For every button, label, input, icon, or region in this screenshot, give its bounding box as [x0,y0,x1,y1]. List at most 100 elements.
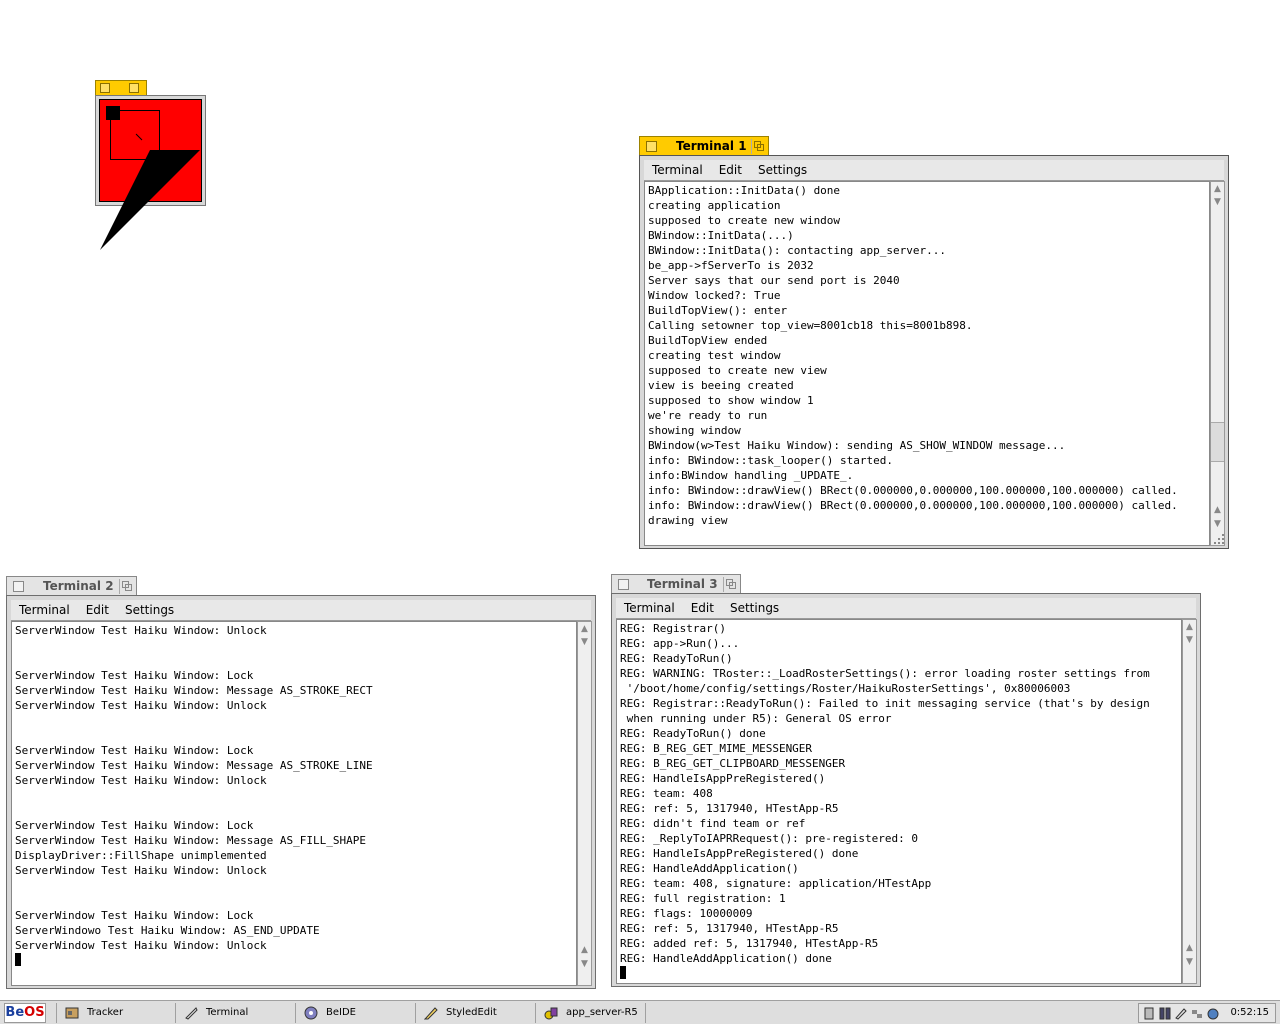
scroll-down-icon[interactable]: ▼ [579,636,590,648]
stylededit-icon [424,1007,438,1020]
be-menu-button[interactable]: BeOS [4,1003,46,1023]
zoom-icon[interactable] [751,139,766,154]
terminal3-scrollbar[interactable]: ▲ ▼ ▲ ▼ [1182,619,1197,984]
scroll-up-icon[interactable]: ▲ [1212,504,1223,516]
close-icon[interactable] [618,579,629,590]
terminal1-output[interactable]: BApplication::InitData() done creating ap… [644,181,1210,546]
task-tracker[interactable]: Tracker [56,1003,176,1023]
terminal-line: ServerWindow Test Haiku Window: Message … [15,684,373,697]
scroll-up-icon[interactable]: ▲ [1184,621,1195,633]
globe-icon[interactable] [1207,1007,1219,1020]
scroll-up-icon[interactable]: ▲ [579,623,590,635]
terminal-line: REG: B_REG_GET_CLIPBOARD_MESSENGER [620,757,846,770]
terminal-line: ServerWindow Test Haiku Window: Unlock [15,864,267,877]
terminal-line: ServerWindow Test Haiku Window: Unlock [15,699,267,712]
scroll-down-icon[interactable]: ▼ [1184,956,1195,968]
task-terminal[interactable]: Terminal [176,1003,296,1023]
terminal-line: ServerWindow Test Haiku Window: Message … [15,759,373,772]
disk-icon[interactable] [1143,1007,1155,1020]
scroll-down-icon[interactable]: ▼ [1212,196,1223,208]
terminal-line: REG: WARNING: TRoster::_LoadRosterSettin… [620,667,1150,680]
terminal-line: REG: ReadyToRun() done [620,727,766,740]
scroll-down-icon[interactable]: ▼ [1212,518,1223,530]
terminal-line: BuildTopView ended [648,334,768,347]
terminal-line: supposed to create new window [648,214,841,227]
zoom-icon[interactable] [723,577,738,592]
scroll-thumb[interactable] [1211,422,1224,462]
scroll-up-icon[interactable]: ▲ [1184,942,1195,954]
menu-terminal[interactable]: Terminal [11,600,78,620]
terminal2-menubar: Terminal Edit Settings [11,600,591,621]
task-label: BeIDE [326,1007,356,1018]
terminal1-menubar: Terminal Edit Settings [644,160,1224,181]
terminal-line: BuildTopView(): enter [648,304,788,317]
terminal-line: REG: didn't find team or ref [620,817,806,830]
terminal-line: REG: HandleAddApplication() [620,862,799,875]
scroll-down-icon[interactable]: ▼ [579,958,590,970]
menu-edit[interactable]: Edit [78,600,117,620]
cursor-line [15,953,576,968]
deskbar-clock[interactable]: 0:52:15 [1230,1004,1269,1022]
task-label: Terminal [206,1007,249,1018]
terminal-line: drawing view [648,514,728,527]
menu-settings[interactable]: Settings [722,598,787,618]
terminal-line: Window locked?: True [648,289,781,302]
text-cursor [15,953,21,966]
menu-edit[interactable]: Edit [711,160,750,180]
task-stylededit[interactable]: StyledEdit [416,1003,536,1023]
scroll-down-icon[interactable]: ▼ [1184,634,1195,646]
terminal-line: supposed to create new view [648,364,827,377]
resize-handle-icon[interactable] [1212,532,1226,546]
terminal-line: Server says that our send port is 2040 [648,274,900,287]
terminal-line: ServerWindow Test Haiku Window: Message … [15,834,366,847]
network-icon[interactable] [1191,1007,1203,1020]
terminal-line: REG: HandleAddApplication() done [620,952,832,965]
terminal-line: ServerWindow Test Haiku Window: Unlock [15,774,267,787]
task-beide[interactable]: BeIDE [296,1003,416,1023]
terminal2-window: Terminal Edit Settings ServerWindow Test H… [6,595,596,989]
terminal-line: REG: team: 408 [620,787,713,800]
terminal1-scrollbar[interactable]: ▲ ▼ ▲ ▼ [1210,181,1225,546]
deskbar: BeOS Tracker Terminal BeIDE StyledEdit a… [0,1000,1280,1024]
terminal3-output[interactable]: REG: Registrar() REG: app->Run()... REG: R… [616,619,1182,984]
terminal-line: DisplayDriver::FillShape unimplemented [15,849,267,862]
terminal-line: view is beeing created [648,379,794,392]
app-server-icon [544,1007,558,1020]
terminal-line: REG: Registrar::ReadyToRun(): Failed to … [620,697,1150,710]
terminal-line: BApplication::InitData() done [648,184,841,197]
terminal2-output[interactable]: ServerWindow Test Haiku Window: Unlock Se… [11,621,577,986]
test-window-fill-shape [100,133,200,250]
task-label: app_server-R5 [566,1007,638,1018]
be-logo-be: Be [5,1005,25,1020]
terminal-line: REG: added ref: 5, 1317940, HTestApp-R5 [620,937,879,950]
close-icon[interactable] [13,581,24,592]
terminal-line: REG: ReadyToRun() [620,652,733,665]
edit-icon[interactable] [1175,1007,1187,1020]
cpu-monitor-icon[interactable] [1159,1007,1171,1020]
terminal1-tab[interactable]: Terminal 1 [639,136,769,156]
menu-settings[interactable]: Settings [117,600,182,620]
terminal-icon [185,1007,198,1020]
menu-terminal[interactable]: Terminal [644,160,711,180]
close-icon[interactable] [646,141,657,152]
terminal2-tab[interactable]: Terminal 2 [6,576,137,596]
terminal-line: BWindow::InitData(...) [648,229,794,242]
cursor-line [620,966,1181,981]
terminal2-scrollbar[interactable]: ▲ ▼ ▲ ▼ [577,621,592,986]
scroll-up-icon[interactable]: ▲ [1212,183,1223,195]
terminal-line: REG: ref: 5, 1317940, HTestApp-R5 [620,802,839,815]
menu-settings[interactable]: Settings [750,160,815,180]
zoom-icon[interactable] [119,579,134,594]
terminal-line: REG: HandleIsAppPreRegistered() done [620,847,859,860]
terminal-line: be_app->fServerTo is 2032 [648,259,814,272]
menu-edit[interactable]: Edit [683,598,722,618]
terminal3-tab[interactable]: Terminal 3 [611,574,741,594]
scroll-up-icon[interactable]: ▲ [579,944,590,956]
menu-terminal[interactable]: Terminal [616,598,683,618]
task-app-server[interactable]: app_server-R5 [536,1003,646,1023]
